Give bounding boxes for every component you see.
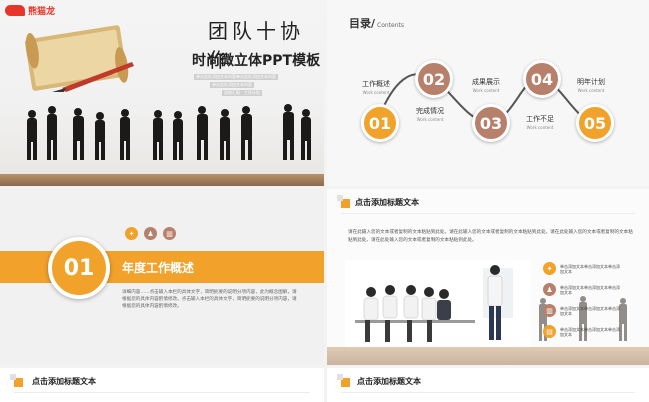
bullet-item: ▤ 单击添加文本单击添加文本单击添加文本	[543, 325, 622, 338]
bullet-text: 单击添加文本单击添加文本单击添加文本	[560, 284, 620, 295]
slide-toc-thumbnail[interactable]: 目录/Contents 01 02 03 04 05 工作概述 Work con…	[327, 0, 649, 186]
caption-line: 单击此处添加文本内容	[210, 82, 254, 88]
toc-label-03: 成果展示 Work content	[472, 77, 500, 93]
toc-label-text: 完成情况	[416, 107, 444, 115]
slide-section-thumbnail[interactable]: ✦ ♟ ▥ 01 年度工作概述 详细内容……点击输入本栏的具体文字，简明扼要的说…	[0, 189, 324, 365]
scroll-quill-icon	[24, 25, 134, 92]
section-number-badge: 01	[48, 237, 110, 299]
bullet-text: 单击添加文本单击添加文本单击添加文本	[560, 326, 620, 337]
ground-strip	[327, 347, 649, 365]
slide-header: 点击添加标题文本	[32, 377, 96, 386]
slide-thumbnail-6[interactable]: 点击添加标题文本	[327, 368, 649, 402]
slide-content-thumbnail[interactable]: 点击添加标题文本 请在此输入您的文本或者复制的文本粘贴到此处。请在此输入您的文本…	[327, 189, 649, 365]
caption-line: 单击此处添加文本内容单击此处添加文本内容	[194, 74, 278, 80]
slide-cover-thumbnail[interactable]: 熊猫龙 团队十协作 时尚微立体PPT模板 单击此处添加文本内容单击此处添加文本内…	[0, 0, 324, 186]
soldiers-silhouette-image	[539, 296, 627, 341]
slide-gallery: 熊猫龙 团队十协作 时尚微立体PPT模板 单击此处添加文本内容单击此处添加文本内…	[0, 0, 649, 402]
toc-circle-01[interactable]: 01	[361, 104, 399, 142]
soldiers-silhouette-image	[27, 104, 311, 160]
toc-label-01: 工作概述 Work content	[362, 79, 390, 95]
header-accent-square	[337, 374, 350, 387]
toc-label-sub: Work content	[416, 117, 444, 122]
toc-circle-05[interactable]: 05	[576, 104, 614, 142]
slide-thumbnail-5[interactable]: 点击添加标题文本	[0, 368, 324, 402]
section-icons-row: ✦ ♟ ▥	[125, 227, 176, 240]
caption-line: 总结汇报 · 工作计划	[222, 90, 262, 96]
header-divider	[14, 392, 310, 393]
bullet-text: 单击添加文本单击添加文本单击添加文本	[560, 305, 620, 316]
toc-label-sub: Work content	[577, 88, 605, 93]
section-title: 年度工作概述	[122, 261, 195, 275]
logo-text: 熊猫龙	[28, 7, 56, 17]
brand-logo: 熊猫龙	[5, 4, 55, 17]
bulb-icon: ✦	[125, 227, 138, 240]
meeting-photo-image	[345, 260, 531, 348]
toc-label-sub: Work content	[362, 90, 390, 95]
bullet-item: ▥ 单击添加文本单击添加文本单击添加文本	[543, 304, 622, 317]
header-accent-square	[337, 195, 350, 208]
toc-circle-04[interactable]: 04	[523, 60, 561, 98]
toc-label-02: 完成情况 Work content	[416, 106, 444, 122]
doc-icon: ▤	[543, 325, 556, 338]
ground-strip	[0, 174, 324, 186]
toc-circle-03[interactable]: 03	[472, 104, 510, 142]
toc-label-text: 成果展示	[472, 78, 500, 86]
people-icon: ♟	[144, 227, 157, 240]
toc-label-05: 明年计划 Work content	[577, 77, 605, 93]
chart-icon: ▥	[543, 304, 556, 317]
toc-label-text: 工作不足	[526, 115, 554, 123]
bullet-item: ✦ 单击添加文本单击添加文本单击添加文本	[543, 262, 622, 275]
toc-label-text: 工作概述	[362, 80, 390, 88]
chart-icon: ▥	[163, 227, 176, 240]
bulb-icon: ✦	[543, 262, 556, 275]
logo-mark-icon	[5, 5, 25, 16]
slide-paragraph: 请在此输入您的文本或者复制的文本粘贴到此处。请在此输入您的文本或者复制的文本粘贴…	[348, 230, 633, 243]
toc-label-sub: Work content	[526, 125, 554, 130]
bullet-item: ♟ 单击添加文本单击添加文本单击添加文本	[543, 283, 622, 296]
toc-label-sub: Work content	[472, 88, 500, 93]
section-body-text: 详细内容……点击输入本栏的具体文字，简明扼要的说明分项内容，此为概念图解，请根据…	[122, 290, 297, 310]
people-icon: ♟	[543, 283, 556, 296]
header-divider	[341, 392, 635, 393]
slide-header: 点击添加标题文本	[355, 198, 419, 207]
header-accent-square	[10, 374, 23, 387]
header-divider	[341, 213, 635, 214]
bullet-text: 单击添加文本单击添加文本单击添加文本	[560, 263, 620, 274]
toc-label-04: 工作不足 Work content	[526, 114, 554, 130]
toc-label-text: 明年计划	[577, 78, 605, 86]
toc-circle-02[interactable]: 02	[415, 60, 453, 98]
main-title: 时尚微立体PPT模板	[192, 53, 321, 69]
slide-header: 点击添加标题文本	[357, 377, 421, 386]
